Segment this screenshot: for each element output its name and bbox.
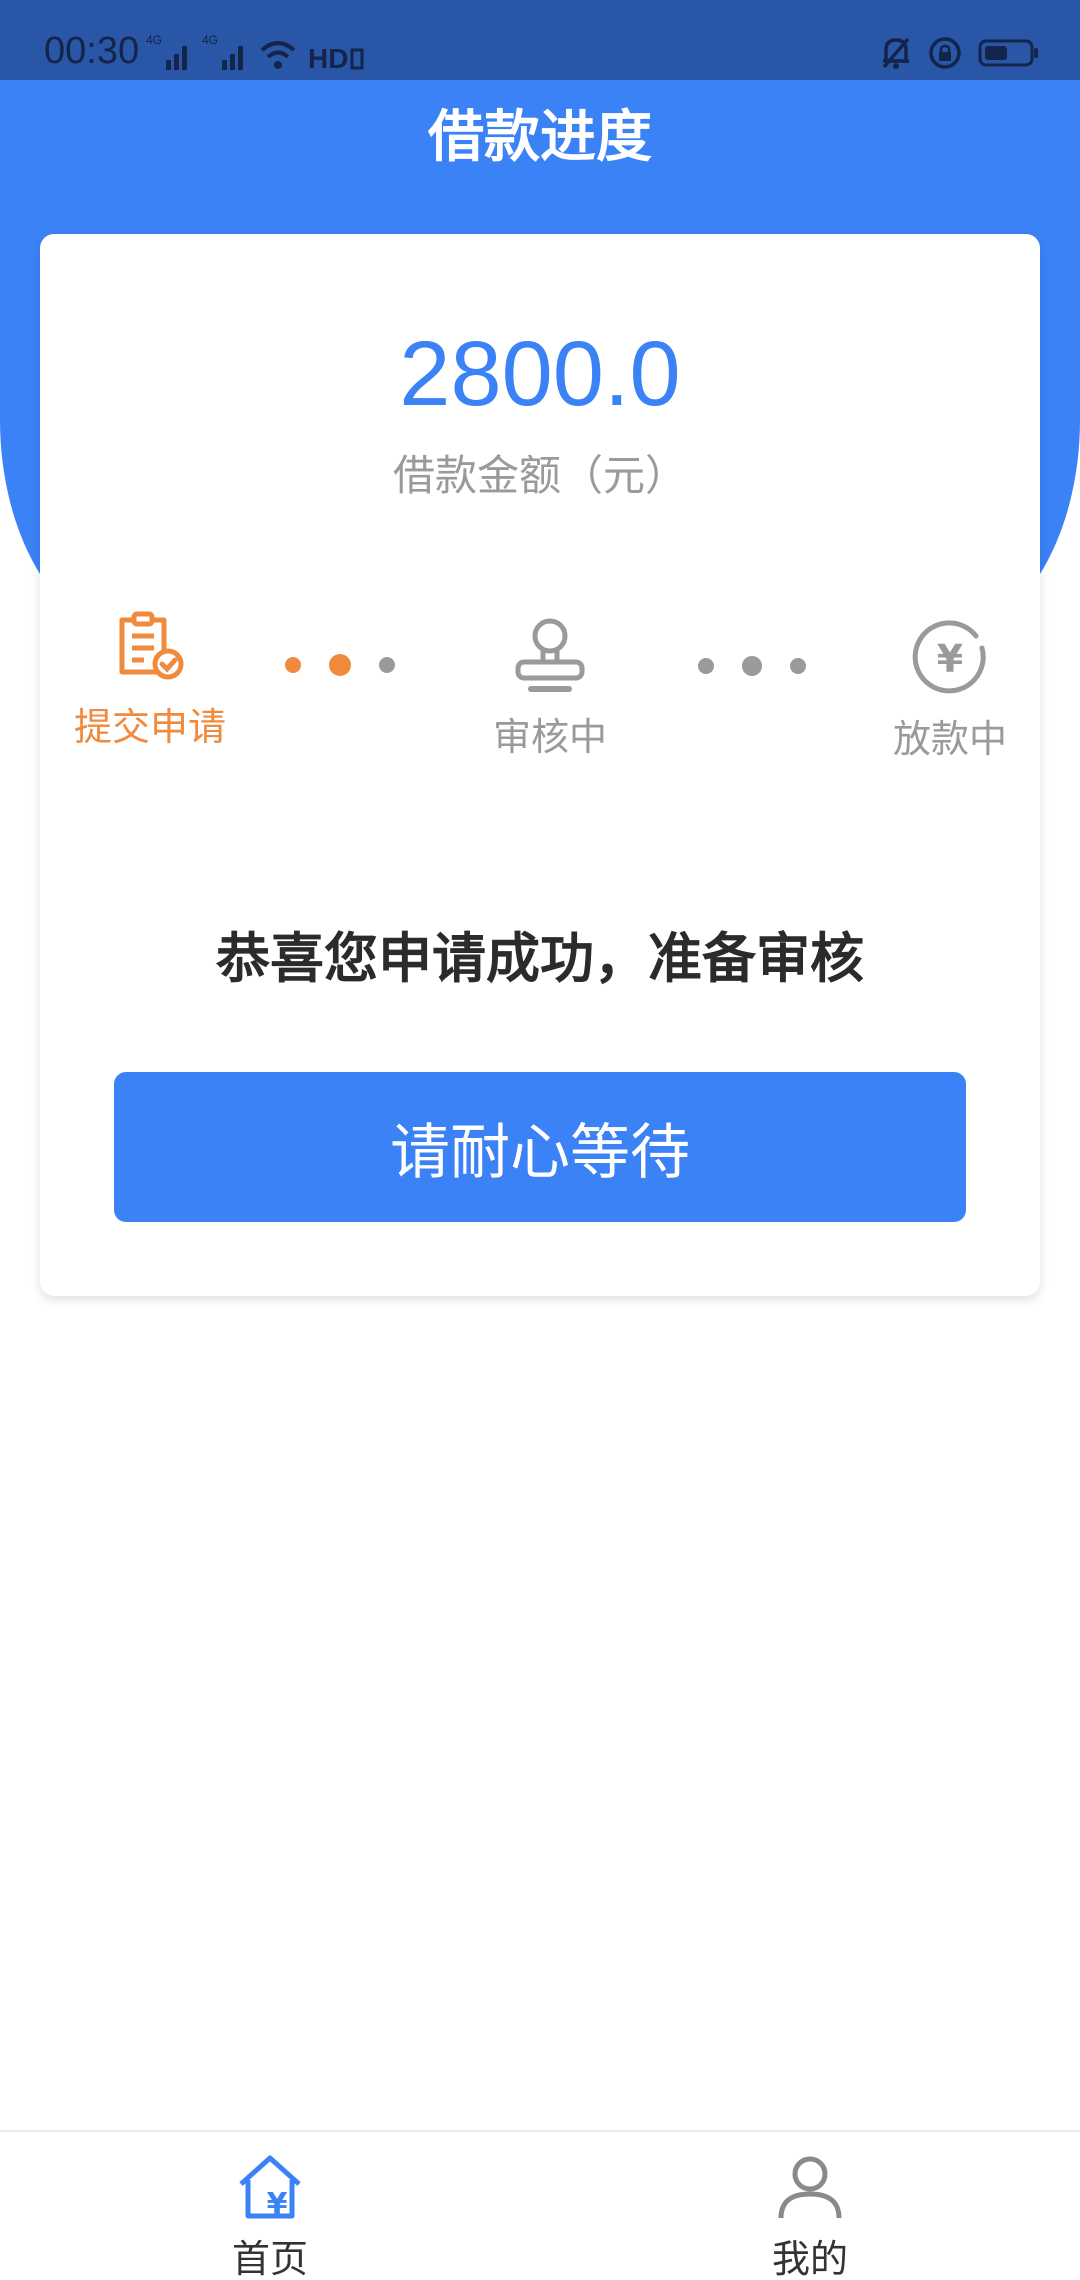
battery-icon [978, 39, 1038, 67]
loan-amount: 2800.0 [399, 323, 681, 425]
step-label-disburse: 放款中 [892, 717, 1007, 761]
status-bar: 00:30 4G 4G HD [0, 0, 1080, 80]
step-review: 审核中 [470, 616, 630, 761]
user-icon [778, 2156, 842, 2219]
progress-dot [379, 657, 395, 673]
home-yuan-icon: ¥ [239, 2155, 301, 2222]
signal-4g-icon-2: 4G [202, 33, 243, 70]
progress-dot [698, 658, 714, 674]
step-label-review: 审核中 [492, 715, 607, 759]
page-title: 借款进度 [428, 105, 652, 170]
svg-text:¥: ¥ [267, 2187, 288, 2222]
step-submit: 提交申请 [70, 610, 230, 751]
status-message: 恭喜您申请成功，准备审核 [216, 927, 864, 990]
loan-progress-card: 2800.0 借款金额（元） 提交申请 审核中 ¥ 放款中 恭喜您申请成功，准备… [40, 234, 1040, 1296]
bell-muted-icon [882, 37, 910, 69]
svg-text:¥: ¥ [937, 637, 963, 681]
step-label-submit: 提交申请 [73, 705, 226, 749]
status-left-icons: 4G 4G HD [146, 30, 364, 72]
bottom-nav: ¥ 首页 我的 [0, 2130, 1080, 2280]
wifi-icon [260, 41, 296, 69]
nav-item-mine[interactable]: 我的 [710, 2152, 910, 2280]
progress-dot [329, 654, 351, 676]
stamp-icon [515, 618, 585, 692]
nav-label-mine: 我的 [771, 2237, 848, 2280]
loan-amount-label: 借款金额（元） [392, 451, 687, 500]
loan-progress-screen: 00:30 4G 4G HD 借款进度 2800.0 借款金额（元） 提交申请 … [0, 0, 1080, 2280]
rotation-lock-icon [929, 37, 961, 69]
step-disburse: ¥ 放款中 [870, 618, 1030, 763]
progress-dots-1 [285, 654, 395, 676]
status-right-icons [880, 30, 1040, 76]
yuan-coin-icon: ¥ [912, 620, 986, 694]
status-time: 00:30 [44, 30, 140, 72]
progress-dot [285, 657, 301, 673]
nav-label-home: 首页 [231, 2237, 308, 2280]
wait-button[interactable]: 请耐心等待 [114, 1072, 966, 1222]
progress-dot [790, 658, 806, 674]
document-check-icon [119, 611, 184, 680]
progress-dot [742, 656, 762, 676]
hd-icon: HD [308, 43, 364, 72]
signal-4g-icon: 4G [146, 33, 187, 70]
svg-text:HD: HD [308, 43, 348, 72]
nav-item-home[interactable]: ¥ 首页 [170, 2152, 370, 2280]
svg-text:4G: 4G [202, 33, 218, 47]
progress-dots-2 [698, 656, 806, 676]
svg-text:4G: 4G [146, 33, 162, 47]
